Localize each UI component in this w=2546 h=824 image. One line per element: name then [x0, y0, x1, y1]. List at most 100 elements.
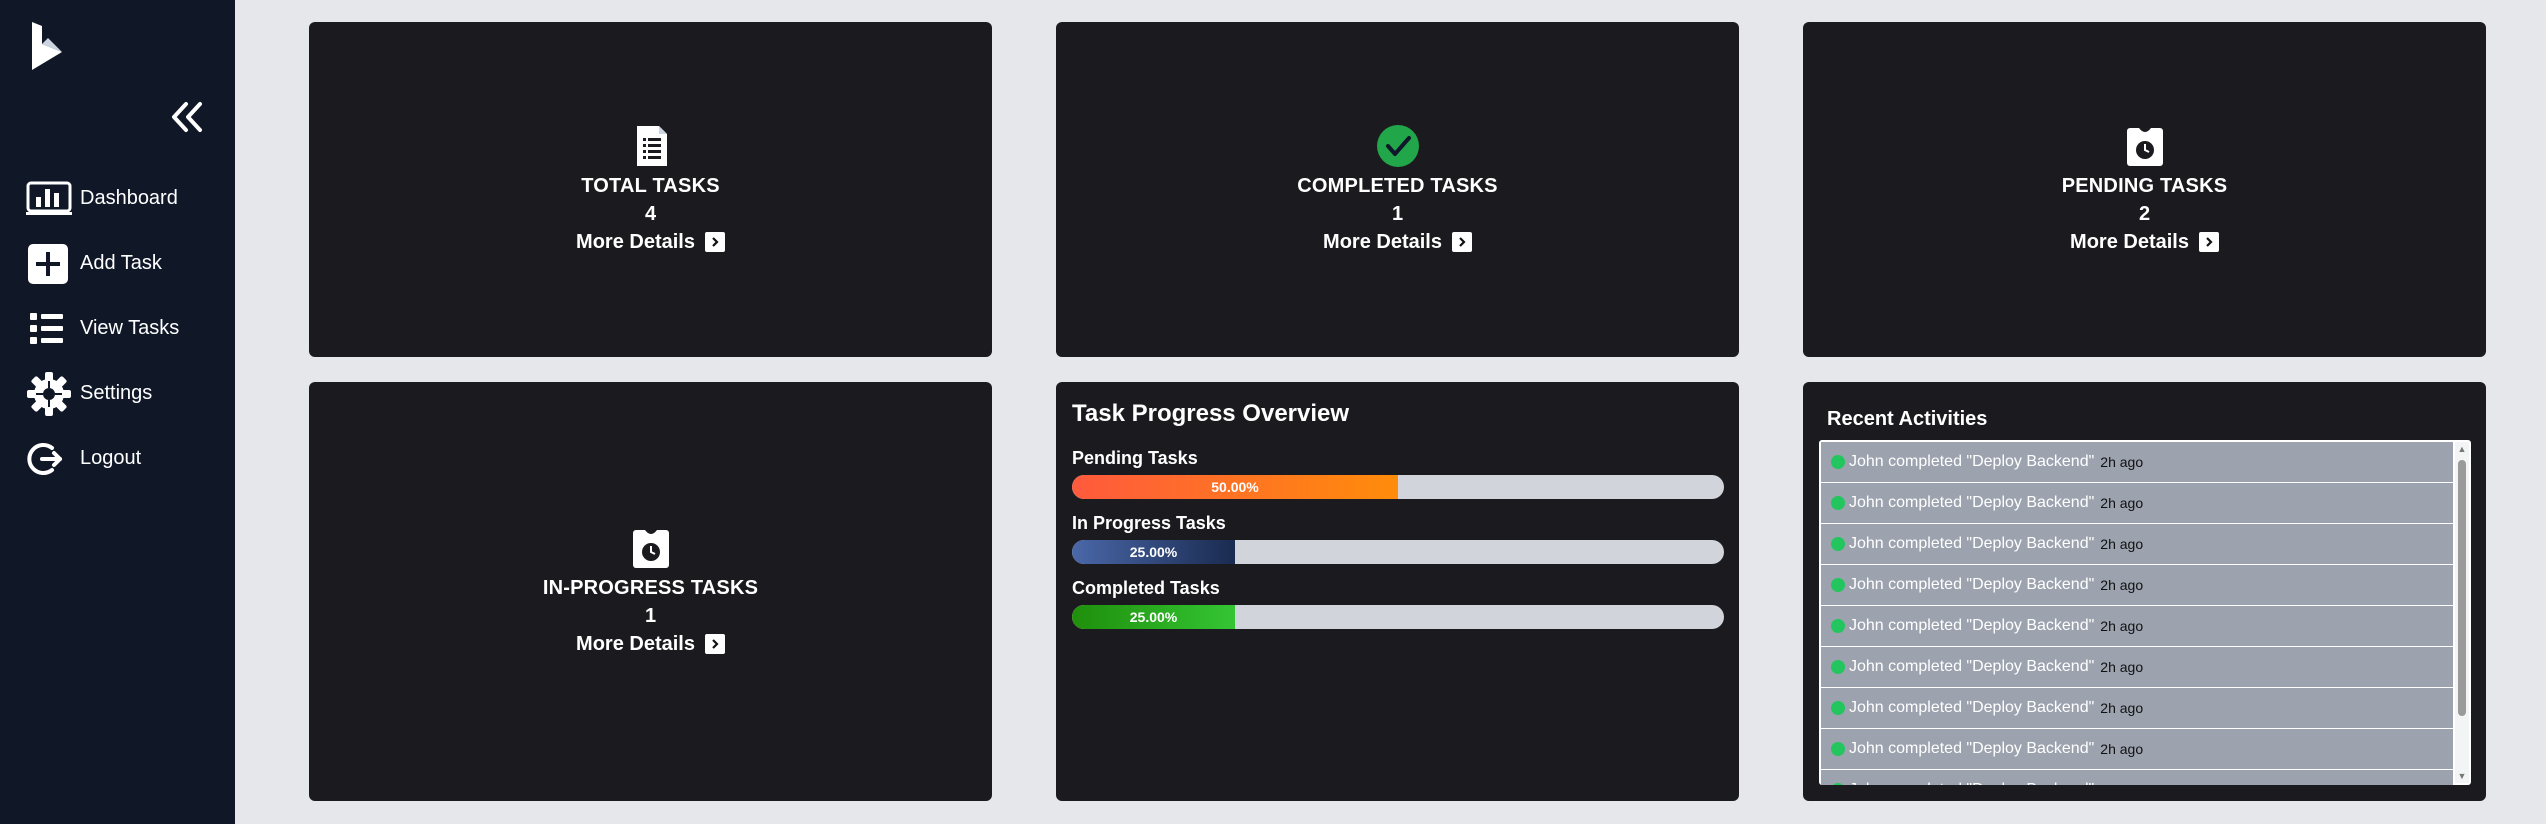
- progress-row-pending: Pending Tasks 50.00%: [1072, 448, 1724, 499]
- pending-tasks-card: PENDING TASKS 2 More Details: [1803, 22, 2486, 357]
- progress-track: 50.00%: [1072, 475, 1724, 499]
- activity-time: 2h ago: [2100, 577, 2144, 593]
- activity-text: John completed "Deploy Backend": [1849, 658, 2095, 675]
- activity-text: John completed "Deploy Backend": [1849, 453, 2095, 470]
- more-details-link[interactable]: More Details: [576, 228, 725, 256]
- activity-time: 2h ago: [2100, 700, 2144, 716]
- activity-text: John completed "Deploy Backend": [1849, 699, 2095, 716]
- activity-item: John completed "Deploy Backend" 2h ago: [1821, 606, 2453, 647]
- activities-list[interactable]: John completed "Deploy Backend" 2h ago Joh…: [1819, 440, 2471, 785]
- activity-text: John completed "Deploy Backend": [1849, 535, 2095, 552]
- progress-label: In Progress Tasks: [1072, 513, 1226, 533]
- more-details-label: More Details: [2070, 230, 2189, 253]
- more-details-label: More Details: [576, 632, 695, 655]
- progress-label: Pending Tasks: [1072, 448, 1198, 468]
- progress-track: 25.00%: [1072, 605, 1724, 629]
- activity-item: John completed "Deploy Backend" 2h ago: [1821, 770, 2453, 785]
- status-dot-icon: [1831, 619, 1845, 633]
- progress-row-completed: Completed Tasks 25.00%: [1072, 578, 1724, 629]
- stat-title: COMPLETED TASKS: [1297, 174, 1498, 197]
- status-dot-icon: [1831, 578, 1845, 592]
- chevron-right-icon: [704, 231, 725, 252]
- progress-fill: 25.00%: [1072, 605, 1235, 629]
- chevron-right-icon: [1451, 231, 1472, 252]
- more-details-link[interactable]: More Details: [1323, 228, 1472, 256]
- sidebar-item-add-task[interactable]: Add Task: [0, 231, 235, 296]
- stat-count: 1: [1391, 202, 1404, 225]
- logout-icon: [26, 439, 72, 479]
- sidebar-nav: Dashboard Add Task View Tasks Settings L…: [0, 166, 235, 491]
- sidebar-item-label: Add Task: [80, 252, 162, 274]
- activity-text: John completed "Deploy Backend": [1849, 740, 2095, 757]
- sidebar-item-dashboard[interactable]: Dashboard: [0, 166, 235, 231]
- sidebar-item-view-tasks[interactable]: View Tasks: [0, 296, 235, 361]
- status-dot-icon: [1831, 783, 1845, 785]
- progress-row-in-progress: In Progress Tasks 25.00%: [1072, 513, 1724, 564]
- sidebar-item-settings[interactable]: Settings: [0, 361, 235, 426]
- sidebar-item-label: Logout: [80, 447, 142, 469]
- chevron-right-icon: [704, 633, 725, 654]
- more-details-label: More Details: [1323, 230, 1442, 253]
- status-dot-icon: [1831, 742, 1845, 756]
- activity-item: John completed "Deploy Backend" 2h ago: [1821, 647, 2453, 688]
- list-icon: [26, 309, 72, 349]
- scroll-thumb[interactable]: [2458, 460, 2466, 716]
- total-tasks-card: TOTAL TASKS 4 More Details: [309, 22, 992, 357]
- stat-count: 4: [644, 202, 657, 225]
- status-dot-icon: [1831, 496, 1845, 510]
- scroll-up-icon[interactable]: ▲: [2457, 444, 2467, 454]
- stat-title: PENDING TASKS: [2061, 174, 2228, 197]
- activities-scrollbar[interactable]: ▲ ▼: [2455, 442, 2469, 783]
- activity-time: 2h ago: [2100, 659, 2144, 675]
- completed-tasks-card: COMPLETED TASKS 1 More Details: [1056, 22, 1739, 357]
- progress-value: 25.00%: [1129, 609, 1178, 625]
- activity-text: John completed "Deploy Backend": [1849, 617, 2095, 634]
- stat-title: TOTAL TASKS: [581, 174, 720, 197]
- scroll-down-icon[interactable]: ▼: [2457, 771, 2467, 781]
- status-dot-icon: [1831, 701, 1845, 715]
- progress-title: Task Progress Overview: [1072, 400, 1350, 427]
- activity-item: John completed "Deploy Backend" 2h ago: [1821, 442, 2453, 483]
- check-circle-icon: [1376, 124, 1419, 167]
- stat-count: 1: [644, 604, 657, 627]
- sidebar: Dashboard Add Task View Tasks Settings L…: [0, 0, 235, 824]
- more-details-link[interactable]: More Details: [2070, 228, 2219, 256]
- activity-item: John completed "Deploy Backend" 2h ago: [1821, 688, 2453, 729]
- activity-text: John completed "Deploy Backend": [1849, 781, 2094, 785]
- activity-text: John completed "Deploy Backend": [1849, 494, 2095, 511]
- activity-time: 2h ago: [2100, 741, 2144, 757]
- activity-item: John completed "Deploy Backend" 2h ago: [1821, 483, 2453, 524]
- activities-title: Recent Activities: [1827, 408, 1988, 430]
- collapse-sidebar-icon[interactable]: [168, 100, 208, 134]
- activity-item: John completed "Deploy Backend" 2h ago: [1821, 729, 2453, 770]
- more-details-label: More Details: [576, 230, 695, 253]
- activity-time: 2h ago: [2100, 536, 2144, 552]
- progress-track: 25.00%: [1072, 540, 1724, 564]
- activity-item: John completed "Deploy Backend" 2h ago: [1821, 565, 2453, 606]
- activity-time: 2h ago: [2100, 618, 2144, 634]
- activities-items: John completed "Deploy Backend" 2h ago Joh…: [1821, 442, 2453, 785]
- progress-fill: 25.00%: [1072, 540, 1235, 564]
- status-dot-icon: [1831, 455, 1845, 469]
- plus-icon: [26, 243, 72, 284]
- clipboard-clock-icon: [2126, 127, 2163, 166]
- stat-title: IN-PROGRESS TASKS: [542, 576, 759, 599]
- status-dot-icon: [1831, 660, 1845, 674]
- activity-time: 2h ago: [2100, 454, 2144, 470]
- dashboard-icon: [26, 179, 72, 219]
- progress-label: Completed Tasks: [1072, 578, 1220, 598]
- activity-text: John completed "Deploy Backend": [1849, 576, 2095, 593]
- app-logo-icon[interactable]: [28, 18, 68, 74]
- document-list-icon: [636, 125, 667, 166]
- stat-count: 2: [2138, 202, 2151, 225]
- progress-value: 25.00%: [1129, 544, 1178, 560]
- activity-time: 2h ago: [2100, 782, 2143, 785]
- status-dot-icon: [1831, 537, 1845, 551]
- more-details-link[interactable]: More Details: [576, 630, 725, 658]
- activity-item: John completed "Deploy Backend" 2h ago: [1821, 524, 2453, 565]
- sidebar-item-label: Settings: [80, 382, 153, 404]
- progress-value: 50.00%: [1211, 479, 1259, 495]
- recent-activities-card: Recent Activities John completed "Deploy…: [1803, 382, 2486, 801]
- progress-fill: 50.00%: [1072, 475, 1398, 499]
- sidebar-item-logout[interactable]: Logout: [0, 426, 235, 491]
